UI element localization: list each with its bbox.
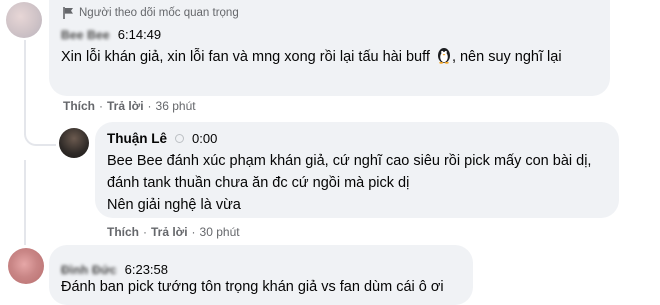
author-name[interactable]: Bee Bee [61, 28, 110, 42]
separator: · [147, 99, 152, 113]
separator: · [191, 225, 196, 239]
like-button[interactable]: Thích [63, 99, 95, 113]
follower-badge: Người theo dõi mốc quan trọng [63, 7, 239, 19]
reply-button[interactable]: Trả lời [107, 99, 144, 113]
author-name[interactable]: Đình Đức [61, 263, 117, 277]
comment-age[interactable]: 36 phút [156, 99, 196, 113]
thread-line [24, 40, 26, 135]
separator: · [99, 99, 103, 113]
comment-line: Bee Bee đánh xúc phạm khán giả, cứ nghĩ … [107, 153, 592, 191]
avatar[interactable] [6, 2, 42, 38]
comment-age[interactable]: 30 phút [200, 225, 240, 239]
reply-connector [24, 122, 56, 146]
comment-actions: Thích · Trả lời · 36 phút [63, 99, 196, 113]
comment-text: Đánh ban pick tướng tôn trọng khán giả v… [61, 279, 444, 295]
badge-label: Người theo dõi mốc quan trọng [79, 7, 239, 19]
comment-header: Thuận Lê 0:00 [107, 131, 217, 146]
avatar[interactable] [8, 248, 44, 284]
comment-actions: Thích · Trả lời · 30 phút [107, 225, 240, 239]
penguin-icon [436, 46, 452, 71]
author-name[interactable]: Thuận Lê [107, 131, 167, 146]
comment-text: Bee Bee đánh xúc phạm khán giả, cứ nghĩ … [107, 150, 612, 216]
timestamp: 6:14:49 [117, 27, 162, 42]
avatar[interactable] [59, 128, 89, 158]
flag-icon [63, 7, 74, 19]
separator: · [143, 225, 147, 239]
fan-badge-icon[interactable] [175, 134, 184, 143]
timestamp: 6:23:58 [124, 262, 168, 277]
thread-line [24, 160, 26, 245]
comment-text: Xin lỗi khán giả, xin lỗi fan và mng xon… [61, 46, 601, 71]
comment-header: Đình Đức 6:23:58 [61, 262, 168, 277]
reply-button[interactable]: Trả lời [151, 225, 188, 239]
like-button[interactable]: Thích [107, 225, 139, 239]
comment-header: Bee Bee 6:14:49 [61, 27, 161, 42]
timestamp: 0:00 [192, 131, 218, 146]
comment-line: Nên giải nghệ là vừa [107, 197, 241, 213]
